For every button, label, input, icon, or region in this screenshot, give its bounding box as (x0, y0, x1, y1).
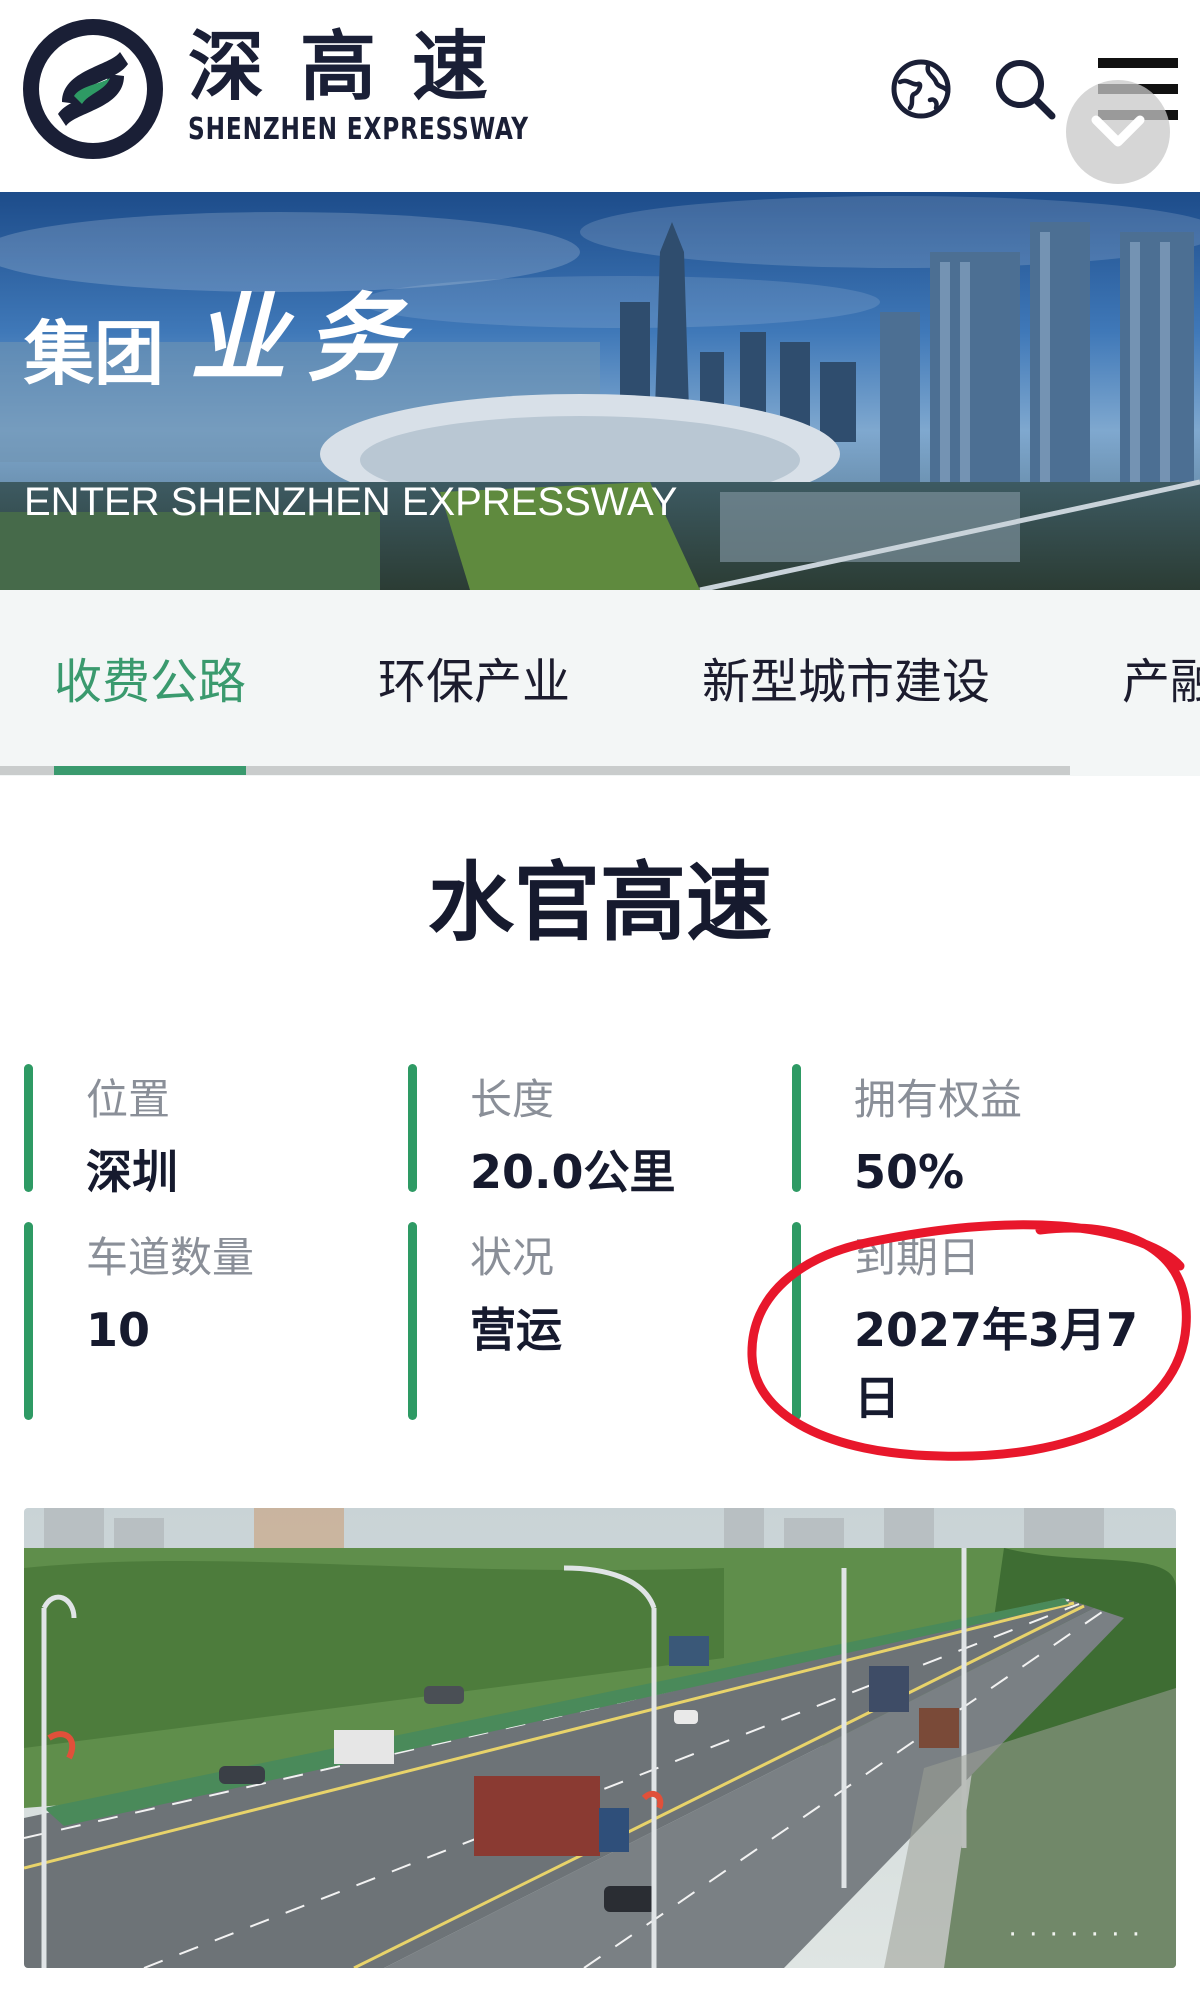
expressway-photo: · · · · · · · (24, 1508, 1176, 1968)
banner-subtitle: ENTER SHENZHEN EXPRESSWAY (24, 480, 678, 524)
info-value: 20.0公里 (470, 1145, 676, 1199)
project-title: 水官高速 (428, 853, 772, 953)
info-value: 10 (86, 1303, 151, 1357)
expressway-image (24, 1508, 1176, 1968)
brand-name-en: SHENZHEN EXPRESSWAY (188, 112, 529, 147)
info-accent-bar (24, 1222, 33, 1420)
info-accent-bar (24, 1064, 33, 1192)
info-value: 50% (854, 1145, 965, 1199)
banner-title-part2: 业务 (190, 282, 422, 395)
tab-toll-roads[interactable]: 收费公路 (54, 652, 246, 712)
tab-industry-finance[interactable]: 产融 (1122, 652, 1200, 712)
image-watermark: · · · · · · · (1008, 1920, 1142, 1950)
hero-banner: 集团 业务 ENTER SHENZHEN EXPRESSWAY (0, 192, 1200, 590)
tab-new-urban-construction[interactable]: 新型城市建设 (702, 652, 990, 712)
banner-title-part1: 集团 (24, 313, 164, 395)
tab-active-indicator (54, 766, 246, 775)
info-value: 深圳 (86, 1145, 178, 1199)
info-label: 车道数量 (86, 1233, 255, 1282)
info-accent-bar (408, 1064, 417, 1192)
info-accent-bar (792, 1064, 801, 1192)
info-accent-bar (792, 1222, 801, 1420)
info-value: 2027年3月7日 (854, 1303, 1139, 1425)
scroll-down-button[interactable] (1066, 80, 1170, 184)
business-tabs: 收费公路 环保产业 新型城市建设 产融 (0, 590, 1200, 776)
info-label: 到期日 (854, 1233, 981, 1282)
info-label: 状况 (470, 1233, 555, 1282)
logo-icon[interactable] (22, 18, 164, 160)
tab-environmental[interactable]: 环保产业 (378, 652, 570, 712)
chevron-down-icon (1091, 115, 1145, 147)
info-accent-bar (408, 1222, 417, 1420)
search-icon[interactable] (992, 56, 1058, 122)
brand-name-cn: 深高速 (188, 22, 524, 111)
info-label: 位置 (86, 1075, 171, 1124)
info-value: 营运 (470, 1303, 562, 1357)
info-label: 长度 (470, 1075, 555, 1124)
site-header: 深高速 SHENZHEN EXPRESSWAY (0, 0, 1200, 190)
banner-title: 集团 业务 (24, 282, 422, 395)
info-label: 拥有权益 (854, 1075, 1023, 1124)
globe-icon[interactable] (888, 56, 954, 122)
